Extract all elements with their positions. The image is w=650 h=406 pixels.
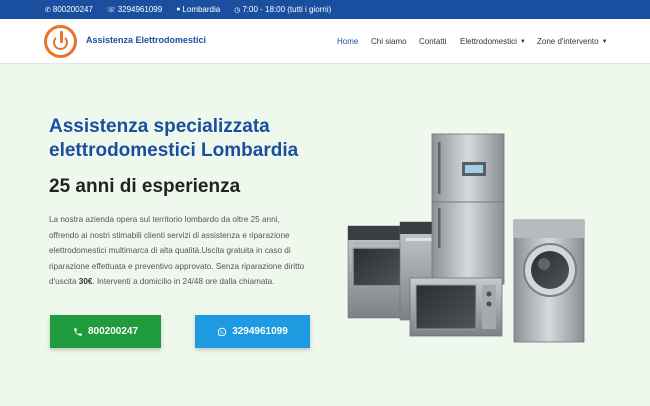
- phone-icon: [73, 327, 83, 337]
- chevron-down-icon: ▼: [519, 38, 526, 45]
- phone-icon: ✆: [45, 6, 51, 14]
- hero-description: La nostra azienda opera sul territorio l…: [49, 212, 309, 290]
- topbar-phone-label: 800200247: [52, 5, 93, 14]
- nav-zone-intervento-label: Zone d'intervento: [537, 37, 599, 46]
- whatsapp-button-label: 3294961099: [232, 326, 288, 337]
- hero-subtitle: 25 anni di esperienza: [49, 176, 241, 197]
- top-bar: ✆ 800200247 ☏ 3294961099 ● Lombardia ◷ 7…: [0, 0, 650, 19]
- call-button-label: 800200247: [87, 326, 139, 337]
- topbar-hours-label: 7:00 - 18:00 (tutti i giorni): [242, 5, 332, 14]
- site-header: Assistenza Elettrodomestici Home Chi sia…: [0, 19, 650, 64]
- hero-title: Assistenza specializzata elettrodomestic…: [49, 115, 298, 163]
- nav-home-label: Home: [337, 37, 359, 46]
- clock-icon: ◷: [234, 6, 241, 14]
- hero-title-line-1: Assistenza specializzata: [49, 116, 270, 137]
- call-button[interactable]: 800200247: [50, 315, 161, 348]
- topbar-whatsapp-label: 3294961099: [117, 5, 163, 14]
- topbar-whatsapp[interactable]: ☏ 3294961099: [107, 5, 162, 14]
- nav-contatti-label: Contatti: [419, 37, 447, 46]
- nav-zone-intervento[interactable]: Zone d'intervento ▼: [537, 37, 608, 46]
- desc-price: 30€: [78, 277, 93, 287]
- appliances-image: [347, 133, 585, 343]
- whatsapp-button[interactable]: 3294961099: [195, 315, 310, 348]
- topbar-phone[interactable]: ✆ 800200247: [45, 5, 93, 14]
- whatsapp-icon: ☏: [106, 6, 116, 14]
- brand-name[interactable]: Assistenza Elettrodomestici: [86, 35, 206, 45]
- nav-elettrodomestici-label: Elettrodomestici: [460, 37, 517, 46]
- nav-chi-siamo-label: Chi siamo: [371, 37, 407, 46]
- chevron-down-icon: ▼: [601, 38, 608, 45]
- desc-text: La nostra azienda opera sul territorio l…: [49, 215, 305, 287]
- power-logo-icon[interactable]: [44, 25, 77, 58]
- topbar-location: ● Lombardia: [176, 5, 220, 14]
- map-pin-icon: ●: [176, 6, 181, 13]
- nav-chi-siamo[interactable]: Chi siamo: [371, 37, 407, 46]
- hero-title-line-2: elettrodomestici Lombardia: [49, 140, 299, 161]
- nav-elettrodomestici[interactable]: Elettrodomestici ▼: [460, 37, 526, 46]
- nav-home[interactable]: Home: [337, 37, 358, 46]
- topbar-hours: ◷ 7:00 - 18:00 (tutti i giorni): [234, 5, 331, 14]
- desc-text-end: . Interventi a domicilio in 24/48 ore da…: [92, 277, 275, 287]
- whatsapp-icon: [217, 327, 227, 337]
- nav-contatti[interactable]: Contatti: [419, 37, 447, 46]
- topbar-location-label: Lombardia: [182, 5, 221, 14]
